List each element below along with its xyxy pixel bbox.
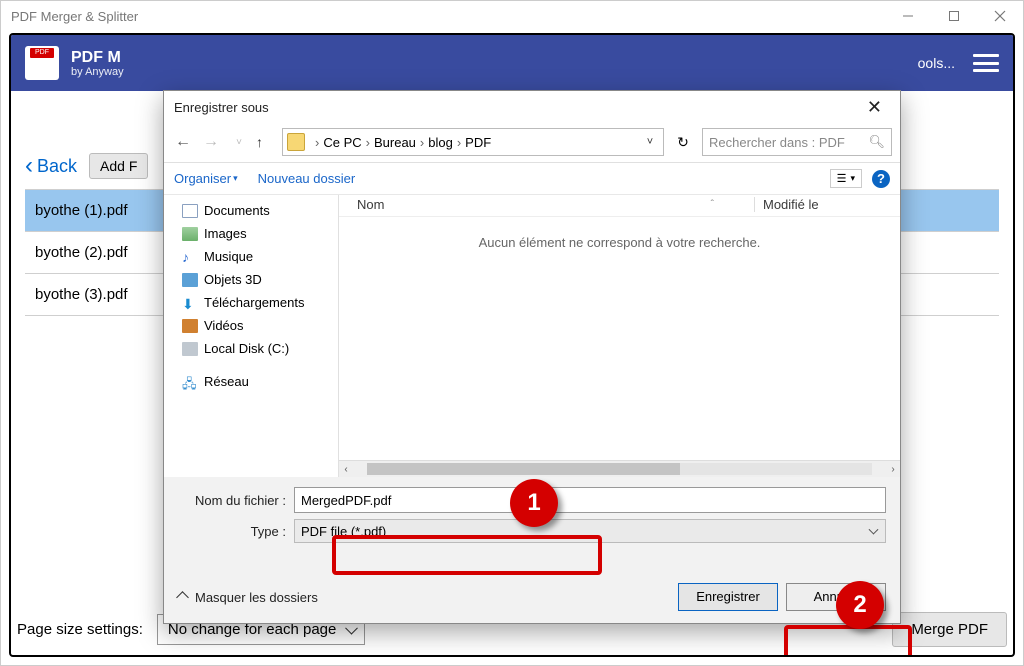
nav-up-icon[interactable]: ↑ — [256, 134, 276, 150]
download-icon: ⬇ — [182, 296, 198, 310]
search-icon: 🔍︎ — [868, 134, 885, 150]
callout-marker-1: 1 — [510, 479, 558, 527]
outer-window: PDF Merger & Splitter PDF PDF M by Anywa… — [0, 0, 1024, 666]
callout-marker-2: 2 — [836, 581, 884, 629]
tree-item[interactable]: ♪Musique — [164, 245, 338, 268]
tree-item[interactable]: Vidéos — [164, 314, 338, 337]
app-subtitle: by Anyway — [71, 66, 124, 78]
sort-indicator-icon: ˆ — [711, 199, 714, 210]
refresh-icon[interactable]: ↻ — [670, 134, 696, 151]
nav-back-icon[interactable]: ← — [172, 133, 194, 151]
nav-forward-icon[interactable]: → — [200, 133, 222, 151]
tree-item[interactable]: 🖧Réseau — [164, 370, 338, 393]
scroll-right-icon[interactable]: › — [886, 464, 900, 475]
maximize-button[interactable] — [931, 1, 977, 31]
organise-menu[interactable]: Organiser▾ — [174, 171, 238, 186]
dialog-title: Enregistrer sous — [174, 100, 269, 115]
window-title: PDF Merger & Splitter — [11, 9, 138, 24]
empty-message: Aucun élément ne correspond à votre rech… — [339, 217, 900, 268]
scroll-left-icon[interactable]: ‹ — [339, 464, 353, 475]
filename-input[interactable] — [294, 487, 886, 513]
breadcrumb[interactable]: › Ce PC › Bureau › blog › PDF ˅ — [282, 128, 664, 156]
tree-item[interactable]: Objets 3D — [164, 268, 338, 291]
app-title: PDF M — [71, 49, 124, 67]
app-icon: PDF — [25, 46, 59, 80]
help-icon[interactable]: ? — [872, 170, 890, 188]
header-tools-link[interactable]: ools... — [918, 55, 955, 71]
close-icon[interactable]: ✕ — [859, 95, 890, 120]
app-header: PDF PDF M by Anyway ools... — [11, 35, 1013, 91]
chevron-down-icon[interactable]: ˅ — [228, 137, 250, 148]
close-button[interactable] — [977, 1, 1023, 31]
menu-icon[interactable] — [973, 54, 999, 72]
video-icon — [182, 319, 198, 333]
images-icon — [182, 227, 198, 241]
filename-label: Nom du fichier : — [178, 493, 288, 508]
merge-button[interactable]: Merge PDF — [892, 612, 1007, 647]
new-folder-button[interactable]: Nouveau dossier — [258, 171, 356, 186]
tree-item[interactable]: ⬇Téléchargements — [164, 291, 338, 314]
document-icon — [182, 204, 198, 218]
search-input[interactable]: Rechercher dans : PDF 🔍︎ — [702, 128, 892, 156]
music-icon: ♪ — [182, 250, 198, 264]
chevron-down-icon[interactable]: ˅ — [641, 136, 659, 148]
app-frame: PDF PDF M by Anyway ools... Back Add F b… — [9, 33, 1015, 657]
scroll-thumb[interactable] — [367, 463, 680, 475]
hide-folders-toggle[interactable]: Masquer les dossiers — [178, 590, 318, 605]
tree-item[interactable]: Local Disk (C:) — [164, 337, 338, 360]
back-button[interactable]: Back — [25, 156, 77, 177]
folder-icon — [287, 133, 305, 151]
filetype-label: Type : — [178, 524, 288, 539]
network-icon: 🖧 — [182, 375, 198, 389]
save-as-dialog: Enregistrer sous ✕ ← → ˅ ↑ › Ce PC › Bur… — [163, 90, 901, 624]
disk-icon — [182, 342, 198, 356]
column-name-header[interactable]: Nom — [357, 197, 711, 212]
folder-tree: Documents Images ♪Musique Objets 3D ⬇Tél… — [164, 195, 339, 477]
horizontal-scrollbar[interactable]: ‹ › — [339, 460, 900, 477]
column-modified-header[interactable]: Modifié le — [754, 197, 894, 212]
filetype-select[interactable]: PDF file (*.pdf) — [294, 519, 886, 543]
minimize-button[interactable] — [885, 1, 931, 31]
file-browser-content: Nom ˆ Modifié le Aucun élément ne corres… — [339, 195, 900, 477]
tree-item[interactable]: Images — [164, 222, 338, 245]
view-mode-button[interactable]: ☰ ▾ — [830, 169, 862, 188]
page-size-label: Page size settings: — [17, 621, 143, 638]
objects3d-icon — [182, 273, 198, 287]
save-button[interactable]: Enregistrer — [678, 583, 778, 611]
add-file-button[interactable]: Add F — [89, 153, 148, 179]
titlebar: PDF Merger & Splitter — [1, 1, 1023, 31]
tree-item[interactable]: Documents — [164, 199, 338, 222]
